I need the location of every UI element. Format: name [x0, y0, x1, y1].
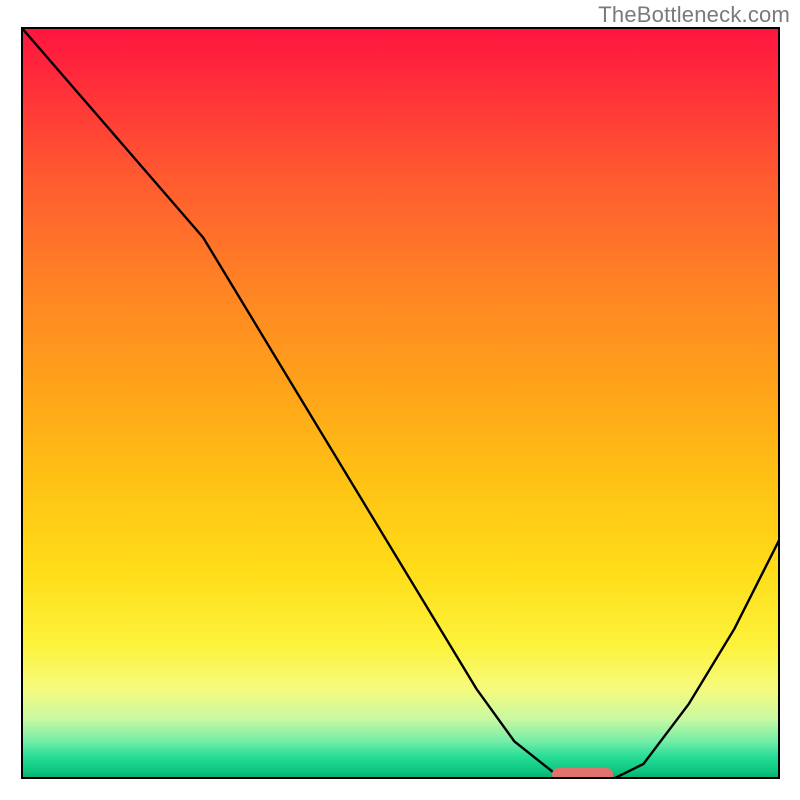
watermark-text: TheBottleneck.com: [598, 2, 790, 28]
optimum-marker: [552, 768, 613, 779]
curve-svg: [21, 27, 780, 779]
plot-area: [21, 27, 780, 779]
curve-path: [21, 27, 780, 779]
chart-container: TheBottleneck.com: [0, 0, 800, 800]
